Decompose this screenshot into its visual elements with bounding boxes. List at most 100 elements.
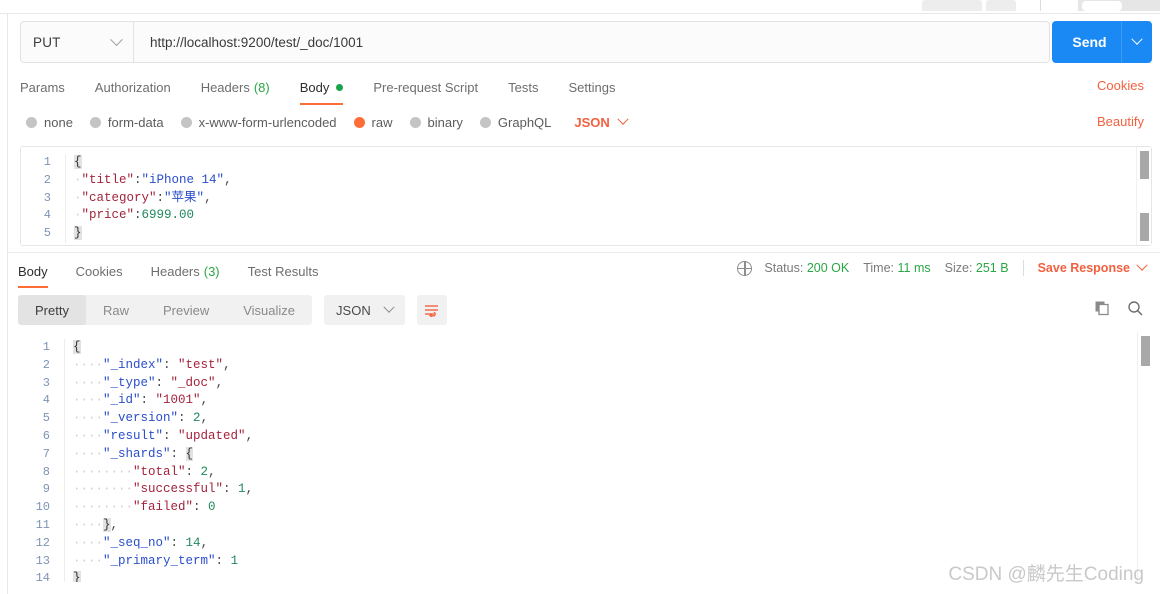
code-token: : xyxy=(163,357,179,372)
code-text: ····"_type": "_doc", xyxy=(65,375,223,393)
code-token: ···· xyxy=(73,375,104,390)
code-token: , xyxy=(223,357,231,372)
request-body-editor[interactable]: 1{2 ·"title":"iPhone 14", 3 ·"category":"苹果… xyxy=(20,146,1152,246)
view-mode-visualize[interactable]: Visualize xyxy=(226,295,312,325)
tab-label: Body xyxy=(18,263,48,279)
code-token: "updated" xyxy=(178,428,246,443)
raw-format-selector[interactable]: JSON xyxy=(574,113,629,130)
line-number: 14 xyxy=(35,571,50,582)
status-label: Status: xyxy=(764,261,804,275)
code-token: , xyxy=(245,428,254,443)
view-mode-preview[interactable]: Preview xyxy=(146,295,226,325)
code-token: , xyxy=(200,393,209,408)
search-button[interactable] xyxy=(1127,300,1144,322)
code-token: ···· xyxy=(73,393,104,408)
body-type-none[interactable]: none xyxy=(26,115,73,130)
code-line: 5 ····"_version": 2, xyxy=(20,410,1136,428)
response-view-mode-group: Pretty Raw Preview Visualize xyxy=(18,295,313,325)
request-tab-settings[interactable]: Settings xyxy=(553,74,630,100)
code-text: ····"result": "updated", xyxy=(65,428,253,446)
line-number: 4 xyxy=(42,393,50,408)
response-body-viewer[interactable]: 1{2 ····"_index": "test", 3 ····"_type": "_… xyxy=(20,332,1152,582)
request-tab-body[interactable]: Body xyxy=(285,74,359,105)
request-code-area[interactable]: 1{2 ·"title":"iPhone 14", 3 ·"category":"苹果… xyxy=(21,147,1135,245)
body-type-binary[interactable]: binary xyxy=(409,115,463,130)
save-response-label[interactable]: Save Response xyxy=(1038,261,1130,275)
code-token: "苹果" xyxy=(164,190,205,205)
cookies-link[interactable]: Cookies xyxy=(1097,78,1144,93)
send-button[interactable]: Send xyxy=(1052,21,1152,63)
code-token: { xyxy=(185,446,194,461)
watermark: CSDN @麟先生Coding xyxy=(948,564,1144,585)
code-line: 8 ········"total": 2, xyxy=(20,463,1136,482)
response-tab-body[interactable]: Body xyxy=(18,259,62,288)
code-text: ········"failed": 0 xyxy=(65,499,216,517)
beautify-link[interactable]: Beautify xyxy=(1097,114,1144,129)
word-wrap-icon xyxy=(425,304,439,317)
code-token: ········ xyxy=(73,482,134,497)
code-token: 2 xyxy=(193,411,201,426)
body-type-raw[interactable]: raw xyxy=(353,115,393,130)
response-format-selector[interactable]: JSON xyxy=(324,295,405,325)
code-token: : xyxy=(170,535,186,550)
code-line: 9 ········"successful": 1, xyxy=(20,481,1136,500)
response-format-label: JSON xyxy=(336,302,371,318)
status-badge: Status: 200 OK xyxy=(764,261,849,275)
code-token: { xyxy=(73,340,81,354)
response-tab-headers[interactable]: Headers (3) xyxy=(137,259,234,283)
url-input[interactable]: http://localhost:9200/test/_doc/1001 xyxy=(133,21,1050,63)
body-type-label: GraphQL xyxy=(497,114,552,130)
scrollbar-thumb-bottom[interactable] xyxy=(1140,213,1149,241)
code-token: ···· xyxy=(73,411,104,426)
line-number: 2 xyxy=(42,357,50,372)
http-method-selector[interactable]: PUT xyxy=(20,21,133,63)
radio-icon xyxy=(180,116,192,128)
request-tab-authorization[interactable]: Authorization xyxy=(80,74,186,100)
request-tab-pre-request-script[interactable]: Pre-request Script xyxy=(358,74,493,100)
body-type-graphql[interactable]: GraphQL xyxy=(479,114,552,130)
chrome-tab-fragment-2[interactable] xyxy=(986,0,1016,11)
code-token: "failed" xyxy=(133,500,194,515)
chrome-field-fragment[interactable] xyxy=(1082,1,1122,11)
code-token: , xyxy=(208,464,216,479)
view-mode-pretty[interactable]: Pretty xyxy=(18,295,86,325)
line-number: 6 xyxy=(42,428,50,443)
line-number: 1 xyxy=(42,340,50,354)
request-tab-headers[interactable]: Headers (8) xyxy=(186,74,285,100)
request-editor-scrollbar[interactable] xyxy=(1136,147,1151,245)
word-wrap-button[interactable] xyxy=(416,295,447,325)
chevron-down-icon xyxy=(617,113,629,125)
code-token: · xyxy=(74,172,82,187)
send-label: Send xyxy=(1072,34,1107,50)
response-viewer-scrollbar[interactable] xyxy=(1137,332,1152,582)
body-type-selector: none form-data x-www-form-urlencoded raw bin… xyxy=(26,112,629,132)
tab-label: Settings xyxy=(568,79,616,95)
chrome-tab-fragment-1[interactable] xyxy=(922,0,982,11)
postman-window: PUT http://localhost:9200/test/_doc/1001… xyxy=(0,0,1160,594)
code-token: : xyxy=(215,553,231,568)
tab-label: Headers xyxy=(200,79,250,95)
response-code-area[interactable]: 1{2 ····"_index": "test", 3 ····"_type": "_… xyxy=(20,332,1136,582)
globe-icon xyxy=(737,260,753,276)
code-token: ···· xyxy=(73,446,104,461)
response-view-toolbar: Pretty Raw Preview Visualize JSON xyxy=(18,295,447,325)
send-options-button[interactable] xyxy=(1122,33,1152,46)
time-badge: Time: 11 ms xyxy=(863,261,930,275)
request-tab-tests[interactable]: Tests xyxy=(493,74,553,100)
response-tab-cookies[interactable]: Cookies xyxy=(62,259,137,283)
code-token: 1 xyxy=(230,553,239,568)
code-token: : xyxy=(185,464,201,479)
body-type-form-data[interactable]: form-data xyxy=(89,115,164,130)
code-token: : xyxy=(223,482,239,497)
code-token: : xyxy=(155,375,171,390)
scrollbar-thumb[interactable] xyxy=(1141,336,1150,366)
copy-button[interactable] xyxy=(1094,300,1111,322)
body-type-x-www-form-urlencoded[interactable]: x-www-form-urlencoded xyxy=(180,115,337,130)
response-tab-test-results[interactable]: Test Results xyxy=(234,259,333,283)
code-token: "title" xyxy=(81,172,135,187)
view-mode-raw[interactable]: Raw xyxy=(86,295,146,325)
request-tab-params[interactable]: Params xyxy=(20,74,80,100)
scrollbar-thumb-top[interactable] xyxy=(1140,151,1149,179)
code-token: 1 xyxy=(238,482,246,497)
chevron-down-icon[interactable] xyxy=(1136,259,1148,271)
